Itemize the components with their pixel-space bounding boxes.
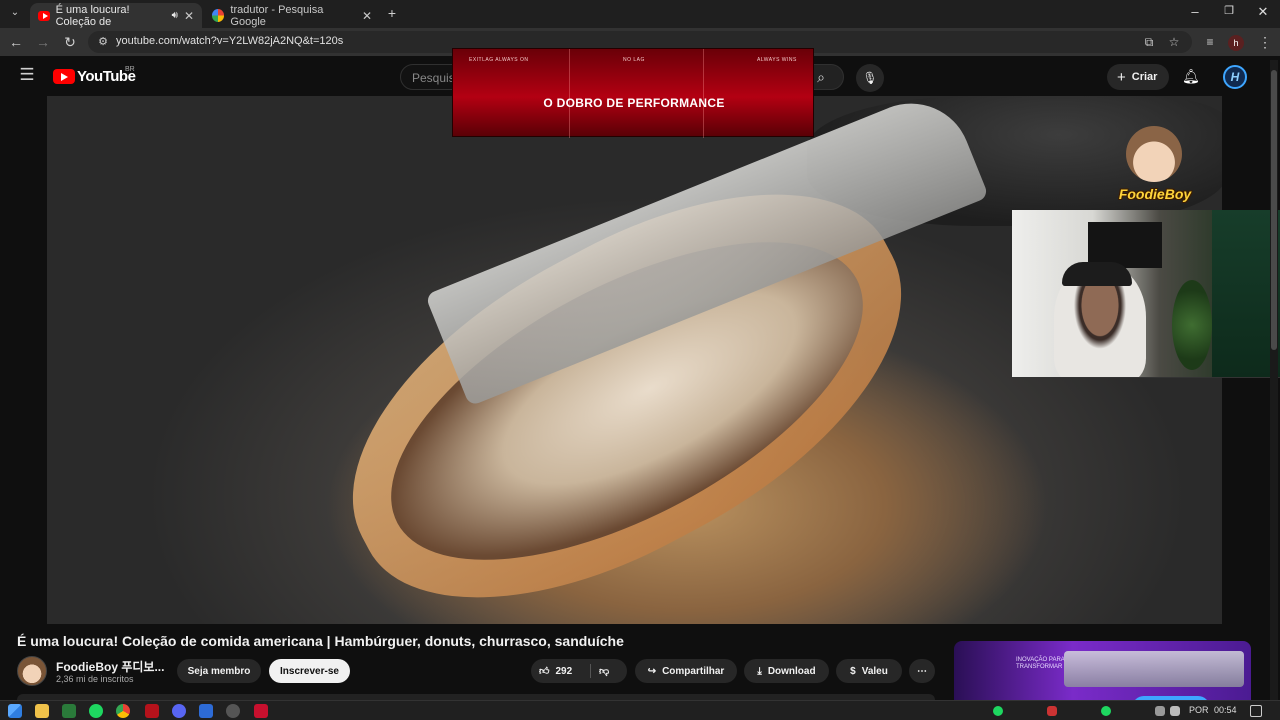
create-label: Criar xyxy=(1131,71,1158,83)
tray-icon[interactable] xyxy=(1047,706,1057,716)
app-icon[interactable] xyxy=(254,704,268,718)
share-label: Compartilhar xyxy=(662,665,725,677)
reload-icon[interactable]: ↻ xyxy=(61,34,79,50)
like-divider xyxy=(590,664,591,678)
sidebar-ad-image xyxy=(1064,651,1244,687)
more-icon: ⋯ xyxy=(917,665,927,677)
site-info-icon[interactable]: ⚙ xyxy=(94,34,112,50)
tab-google-search[interactable]: tradutor - Pesquisa Google ✕ xyxy=(204,3,380,28)
page-scrollbar[interactable] xyxy=(1270,60,1278,700)
cast-icon[interactable]: ⧉ xyxy=(1140,34,1158,50)
back-icon[interactable]: ← xyxy=(7,34,25,50)
thanks-label: Valeu xyxy=(861,665,888,677)
channel-watermark: FoodieBoy xyxy=(1114,126,1196,210)
download-button[interactable]: ⤓ Download xyxy=(744,659,829,683)
app-icon[interactable] xyxy=(62,704,76,718)
media-control-icon[interactable]: ≡ xyxy=(1201,34,1219,50)
youtube-logo-icon[interactable] xyxy=(53,69,75,84)
ad-small-text: EXITLAG ALWAYS ON xyxy=(469,57,529,63)
download-label: Download xyxy=(767,665,816,677)
webcam-plant xyxy=(1172,280,1212,370)
chrome-icon[interactable] xyxy=(116,704,130,718)
ad-small-text: ALWAYS WINS xyxy=(757,57,797,63)
minimize-icon[interactable]: – xyxy=(1180,4,1210,19)
close-tab-icon[interactable]: ✕ xyxy=(184,9,194,23)
url-text: youtube.com/watch?v=Y2LW82jA2NQ&t=120s xyxy=(116,35,344,47)
tray-icon[interactable] xyxy=(993,706,1003,716)
like-dislike-group: 👍︎ 292 👎︎ xyxy=(531,659,627,683)
app-icon[interactable] xyxy=(145,704,159,718)
notification-center-icon[interactable] xyxy=(1250,705,1262,717)
tab-label: tradutor - Pesquisa Google xyxy=(230,3,324,28)
ad-headline: O DOBRO DE PERFORMANCE xyxy=(543,96,725,110)
ad-small-text: NO LAG xyxy=(623,57,645,63)
plus-icon: + xyxy=(1117,68,1126,86)
thanks-icon: $ xyxy=(850,665,856,677)
webcam-headset xyxy=(1062,262,1132,286)
restore-icon[interactable]: ❐ xyxy=(1214,4,1244,17)
ad-divider xyxy=(569,49,570,138)
download-icon: ⤓ xyxy=(757,665,762,677)
more-actions-button[interactable]: ⋯ xyxy=(909,659,935,683)
mascot-icon xyxy=(1126,126,1182,182)
share-icon: ↪ xyxy=(647,665,657,677)
subscriber-count: 2,36 mi de inscritos xyxy=(56,674,134,684)
watermark-text: FoodieBoy xyxy=(1118,186,1192,202)
bookmark-star-icon[interactable]: ☆ xyxy=(1165,34,1183,50)
like-icon[interactable]: 👍︎ xyxy=(539,665,549,677)
tab-label: É uma loucura! Coleção de xyxy=(55,3,130,28)
create-button[interactable]: + Criar xyxy=(1107,64,1170,90)
webcam-overlay xyxy=(1012,210,1280,378)
dislike-icon[interactable]: 👎︎ xyxy=(599,665,609,677)
discord-icon[interactable] xyxy=(172,704,186,718)
join-button[interactable]: Seja membro xyxy=(177,659,261,683)
video-title: É uma loucura! Coleção de comida america… xyxy=(17,633,624,649)
youtube-icon xyxy=(38,10,50,21)
volume-icon[interactable] xyxy=(1170,706,1180,716)
google-icon xyxy=(212,9,225,22)
join-label: Seja membro xyxy=(187,665,251,677)
browser-tab-strip: ⌄ É uma loucura! Coleção de 🔊︎ ✕ traduto… xyxy=(0,0,1280,28)
speaker-icon[interactable]: 🔊︎ xyxy=(172,10,178,21)
thanks-button[interactable]: $ Valeu xyxy=(836,659,902,683)
os-taskbar: POR 00:54 xyxy=(0,700,1280,720)
scrollbar-thumb[interactable] xyxy=(1271,70,1277,350)
like-count[interactable]: 292 xyxy=(555,666,572,677)
clock[interactable]: 00:54 xyxy=(1214,705,1237,715)
file-explorer-icon[interactable] xyxy=(35,704,49,718)
app-icon[interactable] xyxy=(226,704,240,718)
ad-divider xyxy=(703,49,704,138)
region-code: BR xyxy=(125,66,135,73)
voice-search-button[interactable]: 🎙︎ xyxy=(856,64,884,92)
windows-start-icon[interactable] xyxy=(8,704,22,718)
new-tab-icon[interactable]: + xyxy=(383,5,401,21)
subscribe-label: Inscrever-se xyxy=(280,665,339,677)
hamburger-menu-icon[interactable]: ☰ xyxy=(18,66,36,83)
close-tab-icon[interactable]: ✕ xyxy=(362,9,372,23)
account-avatar[interactable]: H xyxy=(1223,65,1247,89)
language-indicator[interactable]: POR xyxy=(1189,705,1209,715)
tab-youtube-video[interactable]: É uma loucura! Coleção de 🔊︎ ✕ xyxy=(30,3,202,28)
spotify-icon[interactable] xyxy=(89,704,103,718)
tray-icon[interactable] xyxy=(1101,706,1111,716)
window-close-icon[interactable]: ✕ xyxy=(1248,4,1278,20)
search-icon: ⌕ xyxy=(817,69,825,85)
ad-banner-overlay[interactable]: EXITLAG ALWAYS ON NO LAG ALWAYS WINS O D… xyxy=(452,48,814,138)
channel-avatar[interactable] xyxy=(17,656,47,686)
profile-avatar[interactable]: h xyxy=(1228,35,1244,51)
browser-menu-icon[interactable]: ⋮ xyxy=(1256,34,1274,50)
channel-name[interactable]: FoodieBoy 푸디보... xyxy=(56,658,164,675)
app-icon[interactable] xyxy=(199,704,213,718)
tab-search-icon[interactable]: ⌄ xyxy=(6,5,24,21)
share-button[interactable]: ↪ Compartilhar xyxy=(635,659,737,683)
forward-icon[interactable]: → xyxy=(34,34,52,50)
notifications-bell-icon[interactable]: 🔔︎ xyxy=(1182,68,1200,85)
microphone-icon: 🎙︎ xyxy=(862,71,878,85)
wifi-icon[interactable] xyxy=(1155,706,1165,716)
subscribe-button[interactable]: Inscrever-se xyxy=(269,659,350,683)
